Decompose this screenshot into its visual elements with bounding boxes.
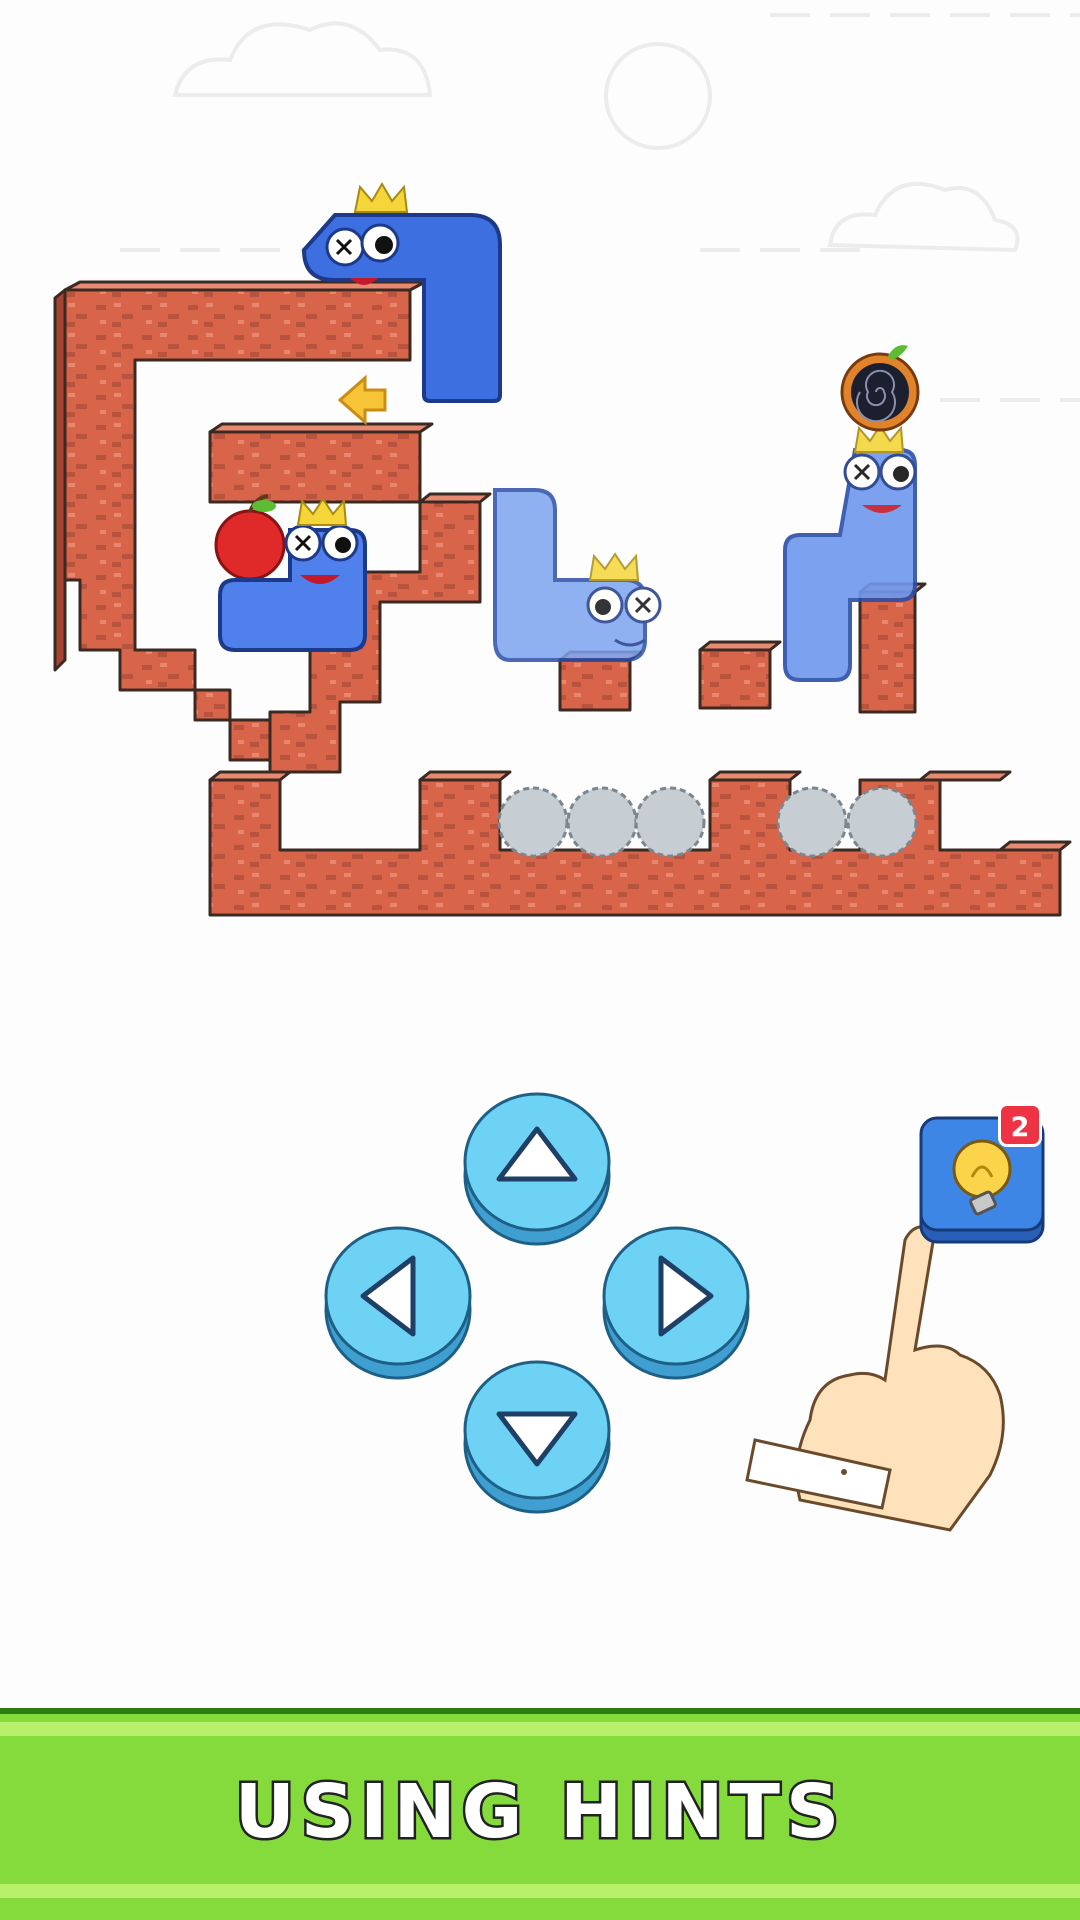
hint-count-badge: 2 [998, 1103, 1042, 1147]
saw-blade [497, 786, 569, 858]
portal-icon [840, 345, 920, 432]
dpad-left-button[interactable] [323, 1218, 473, 1380]
saw-blade [776, 786, 848, 858]
saw-blade [846, 786, 918, 858]
crown-icon [353, 182, 409, 213]
blue-worm-3 [493, 488, 662, 662]
saw-blade [566, 786, 638, 858]
apple-icon [214, 494, 286, 581]
banner-stripe [0, 1722, 1080, 1736]
game-board [53, 13, 1080, 1532]
saw-blade [634, 786, 706, 858]
dpad-down-button[interactable] [462, 1352, 612, 1514]
banner-title: USING HINTS [232, 1767, 846, 1858]
tutorial-banner: USING HINTS [0, 1708, 1080, 1920]
dpad-up-button[interactable] [462, 1084, 612, 1246]
crown-icon [588, 552, 640, 581]
tutorial-hand-icon [745, 1225, 1005, 1532]
arrow-left-hint-icon [337, 374, 387, 426]
dpad-right-button[interactable] [601, 1218, 751, 1380]
saw-blades [497, 786, 918, 858]
banner-stripe [0, 1884, 1080, 1898]
